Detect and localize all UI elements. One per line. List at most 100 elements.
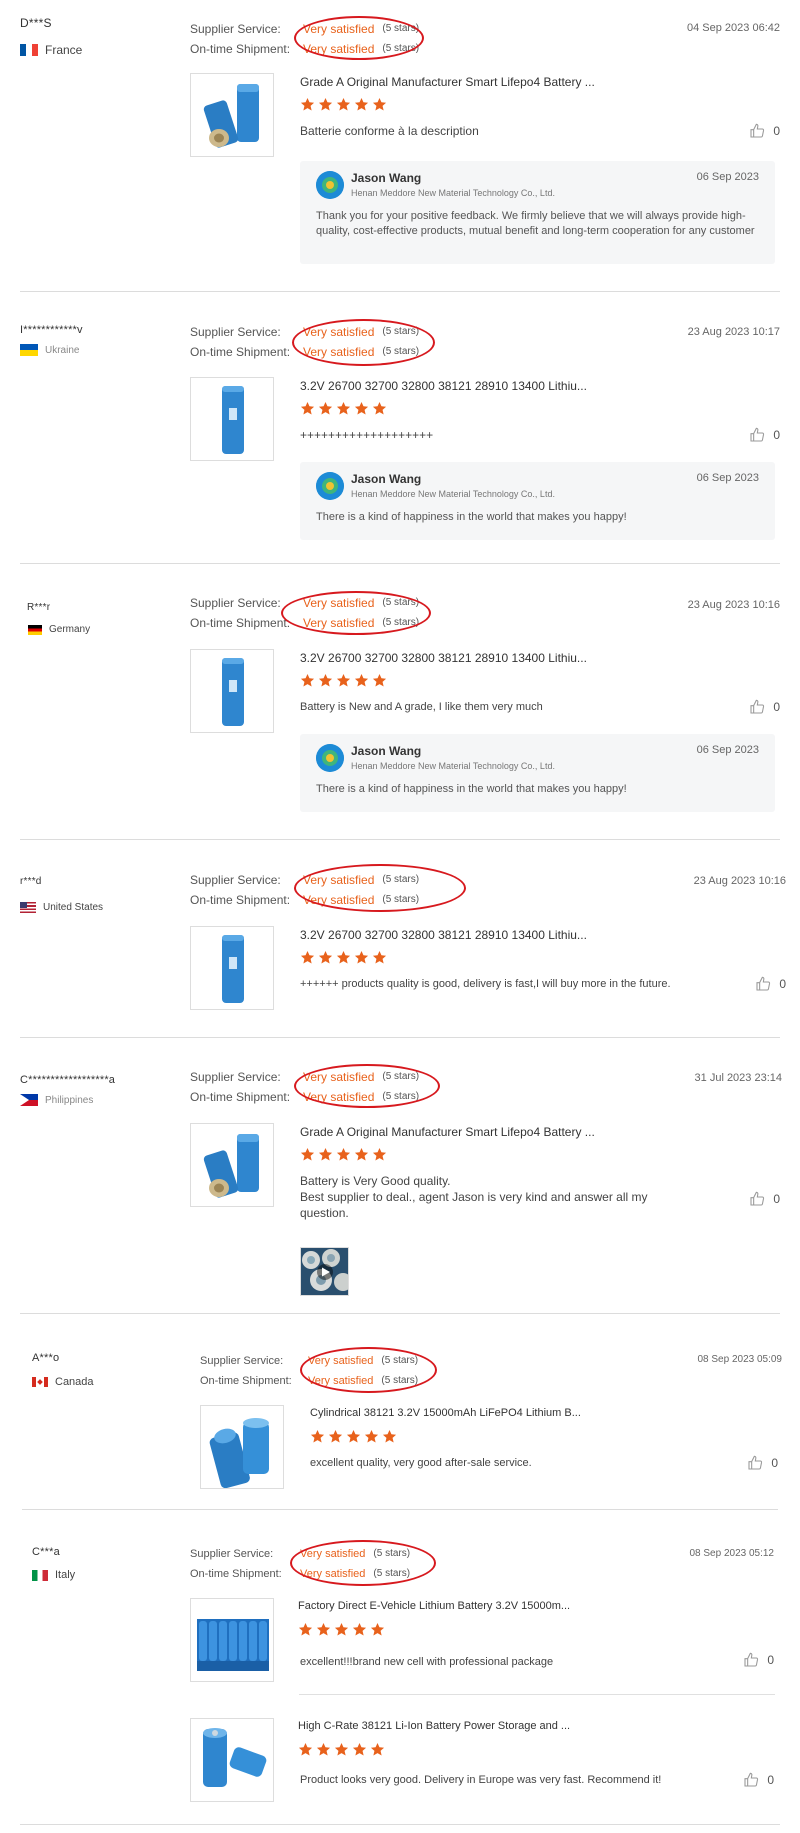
product-title[interactable]: Factory Direct E-Vehicle Lithium Battery… — [298, 1600, 570, 1612]
shipment-stars: (5 stars) — [382, 346, 420, 357]
product-title[interactable]: 3.2V 26700 32700 32800 38121 28910 13400… — [300, 651, 587, 665]
thumbs-up-icon — [744, 1772, 759, 1787]
shipment-label: On-time Shipment: — [190, 893, 291, 907]
rating-summary: Supplier Service: Very satisfied (5 stars)… — [190, 19, 419, 59]
product-block: 3.2V 26700 32700 32800 38121 28910 13400… — [190, 926, 786, 1016]
product-title[interactable]: 3.2V 26700 32700 32800 38121 28910 13400… — [300, 928, 587, 942]
product-block: 3.2V 26700 32700 32800 38121 28910 13400… — [190, 649, 780, 739]
shipment-stars: (5 stars) — [373, 1568, 411, 1579]
supplier-service-value: Very satisfied — [308, 1355, 374, 1367]
like-button[interactable]: 0 — [749, 699, 780, 715]
star-icon — [328, 1429, 343, 1443]
product-title[interactable]: High C-Rate 38121 Li-Ion Battery Power S… — [298, 1720, 570, 1732]
philippines-flag-icon — [20, 1094, 38, 1106]
product-block: Grade A Original Manufacturer Smart Life… — [190, 1123, 780, 1303]
review-comment: excellent quality, very good after-sale … — [310, 1457, 532, 1469]
review-divider — [20, 1824, 780, 1825]
like-button[interactable]: 0 — [743, 1772, 774, 1788]
like-count: 0 — [771, 1456, 778, 1470]
like-button[interactable]: 0 — [749, 1191, 780, 1207]
star-rating — [298, 1742, 385, 1757]
supplier-reply: Jason Wang Henan Meddore New Material Te… — [300, 161, 775, 264]
supplier-service-label: Supplier Service: — [190, 22, 281, 36]
supplier-service-value: Very satisfied — [303, 325, 375, 339]
product-block: Grade A Original Manufacturer Smart Life… — [190, 73, 780, 163]
supplier-name: Jason Wang — [351, 171, 422, 185]
star-icon — [336, 401, 351, 415]
thumbs-up-icon — [744, 1652, 759, 1667]
star-rating — [300, 950, 387, 965]
country-label: Italy — [55, 1569, 76, 1581]
star-icon — [300, 950, 315, 964]
product-thumbnail[interactable] — [200, 1405, 284, 1489]
star-icon — [336, 97, 351, 111]
product-thumbnail[interactable] — [190, 926, 274, 1010]
star-icon — [372, 673, 387, 687]
review-date: 08 Sep 2023 05:12 — [689, 1548, 774, 1559]
star-icon — [372, 97, 387, 111]
star-icon — [300, 673, 315, 687]
product-thumbnail[interactable] — [190, 73, 274, 157]
thumbs-up-icon — [750, 123, 765, 138]
star-rating — [300, 97, 387, 112]
product-title[interactable]: Cylindrical 38121 3.2V 15000mAh LiFePO4 … — [310, 1407, 581, 1419]
star-icon — [300, 97, 315, 111]
review-video-thumbnail[interactable] — [300, 1247, 349, 1296]
review-comment: Batterie conforme à la description — [300, 124, 479, 138]
product-title[interactable]: Grade A Original Manufacturer Smart Life… — [300, 75, 595, 89]
star-icon — [336, 1147, 351, 1161]
thumbs-up-icon — [750, 699, 765, 714]
like-button[interactable]: 0 — [747, 1455, 778, 1471]
shipment-value: Very satisfied — [303, 345, 375, 359]
review-item: C***a Italy Supplier Service: Very satisf… — [0, 1510, 800, 1833]
review-comment: ++++++ products quality is good, deliver… — [300, 978, 671, 990]
shipment-label: On-time Shipment: — [190, 616, 291, 630]
star-rating — [298, 1622, 385, 1637]
thumbs-up-icon — [750, 427, 765, 442]
like-button[interactable]: 0 — [743, 1652, 774, 1668]
buyer-name: C******************a — [20, 1074, 116, 1086]
product-thumbnail[interactable] — [190, 1598, 274, 1682]
supplier-company: Henan Meddore New Material Technology Co… — [351, 188, 555, 198]
like-button[interactable]: 0 — [749, 427, 780, 443]
shipment-value: Very satisfied — [303, 1090, 375, 1104]
star-icon — [336, 673, 351, 687]
product-title[interactable]: 3.2V 26700 32700 32800 38121 28910 13400… — [300, 379, 587, 393]
star-icon — [336, 950, 351, 964]
buyer-country: Canada — [32, 1376, 94, 1388]
buyer-country: Germany — [28, 624, 90, 635]
shipment-stars: (5 stars) — [382, 43, 420, 54]
supplier-service-label: Supplier Service: — [190, 596, 281, 610]
product-title[interactable]: Grade A Original Manufacturer Smart Life… — [300, 1125, 595, 1139]
review-item: C******************a Philippines Supplie… — [0, 1038, 800, 1314]
star-icon — [354, 950, 369, 964]
supplier-service-label: Supplier Service: — [200, 1355, 284, 1367]
thumbs-up-icon — [748, 1455, 763, 1470]
like-count: 0 — [773, 124, 780, 138]
canada-flag-icon — [32, 1377, 48, 1387]
product-thumbnail[interactable] — [190, 1718, 274, 1802]
product-block: Factory Direct E-Vehicle Lithium Battery… — [190, 1598, 774, 1688]
product-thumbnail[interactable] — [190, 377, 274, 461]
review-item: r***d United States Supplier Service: Ver… — [0, 840, 800, 1038]
star-icon — [318, 950, 333, 964]
star-icon — [298, 1622, 313, 1636]
star-icon — [352, 1742, 367, 1756]
like-button[interactable]: 0 — [749, 123, 780, 139]
product-block: 3.2V 26700 32700 32800 38121 28910 13400… — [190, 377, 780, 467]
buyer-country: Ukraine — [20, 344, 79, 356]
supplier-service-stars: (5 stars) — [381, 1355, 419, 1366]
star-icon — [318, 97, 333, 111]
supplier-avatar — [316, 472, 344, 500]
star-icon — [310, 1429, 325, 1443]
country-label: United States — [43, 902, 104, 913]
product-thumbnail[interactable] — [190, 1123, 274, 1207]
star-icon — [372, 1147, 387, 1161]
shipment-value: Very satisfied — [303, 42, 375, 56]
country-label: Germany — [49, 624, 91, 635]
country-label: France — [45, 43, 83, 57]
product-thumbnail[interactable] — [190, 649, 274, 733]
supplier-service-stars: (5 stars) — [373, 1548, 411, 1559]
like-button[interactable]: 0 — [755, 976, 786, 992]
shipment-stars: (5 stars) — [382, 894, 420, 905]
